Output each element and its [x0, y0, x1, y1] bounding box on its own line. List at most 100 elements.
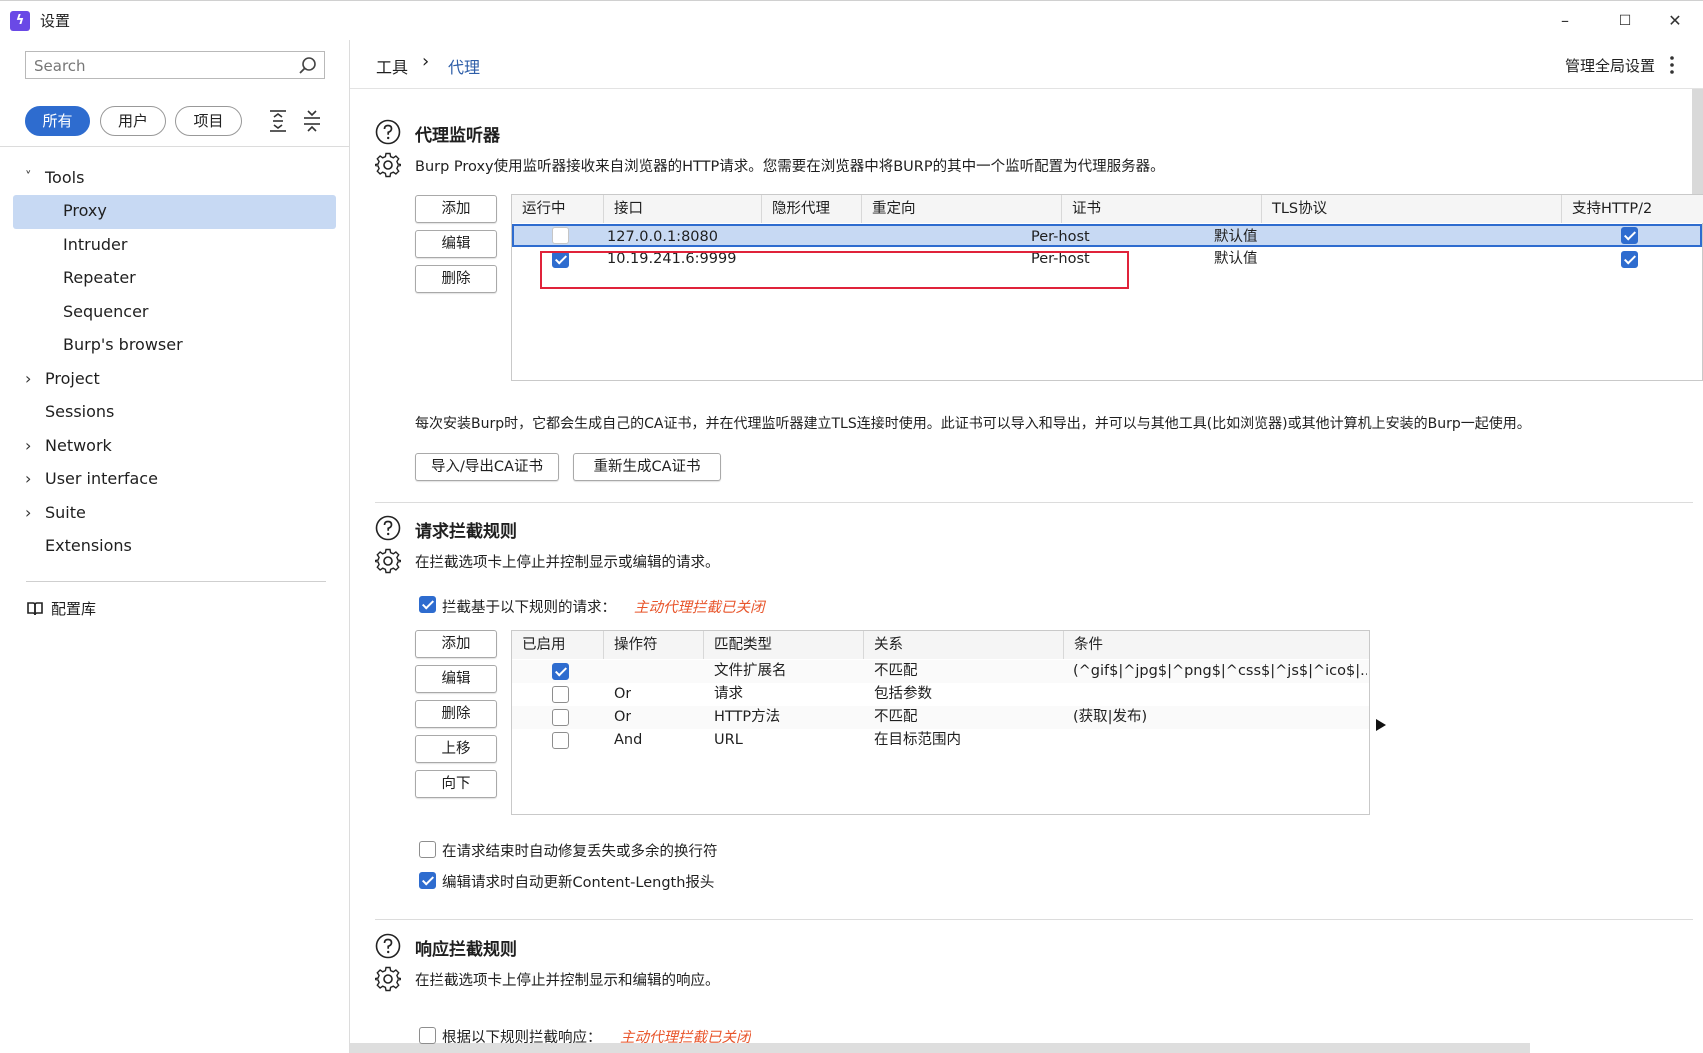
burp-app-icon: ϟ	[10, 11, 30, 31]
nav-label: Intruder	[63, 235, 128, 254]
config-library-link[interactable]: 配置库	[13, 593, 336, 627]
section-divider	[375, 919, 1693, 920]
settings-sidebar: 所有 用户 项目 ˅ Tools Proxy Intruder Repeater…	[0, 40, 350, 1053]
edit-listener-button[interactable]: 编辑	[415, 230, 497, 258]
filter-project-pill[interactable]: 项目	[175, 106, 242, 136]
rule-row[interactable]: Or 请求 包括参数	[512, 683, 1369, 706]
listener-row[interactable]: 127.0.0.1:8080 Per-host 默认值	[512, 224, 1702, 247]
update-content-length-checkbox[interactable]	[419, 872, 436, 889]
col-interface[interactable]: 接口	[604, 195, 762, 223]
nav-label: Repeater	[63, 268, 136, 287]
remove-rule-button[interactable]: 删除	[415, 700, 497, 728]
rule-enabled-checkbox[interactable]	[552, 732, 569, 749]
response-rules-title: 响应拦截规则	[415, 940, 517, 960]
col-redirect[interactable]: 重定向	[862, 195, 1062, 223]
col-enabled[interactable]: 已启用	[512, 631, 604, 659]
import-export-ca-button[interactable]: 导入/导出CA证书	[415, 453, 559, 481]
remove-listener-button[interactable]: 删除	[415, 265, 497, 293]
more-options-icon[interactable]	[1668, 55, 1676, 75]
sidebar-divider	[0, 146, 350, 147]
breadcrumb-proxy: 代理	[448, 58, 481, 77]
gear-icon[interactable]	[375, 966, 401, 992]
nav-burps-browser[interactable]: Burp's browser	[13, 329, 336, 363]
search-input[interactable]	[34, 56, 284, 76]
maximize-button[interactable]: ☐	[1605, 7, 1645, 35]
nav-user-interface[interactable]: › User interface	[13, 463, 336, 497]
config-library-label: 配置库	[51, 600, 97, 618]
rule-relationship: 不匹配	[874, 663, 918, 679]
add-listener-button[interactable]: 添加	[415, 195, 497, 223]
intercept-off-warning: 主动代理拦截已关闭	[634, 600, 765, 616]
manage-global-settings-link[interactable]: 管理全局设置	[1565, 55, 1655, 76]
rule-row[interactable]: And URL 在目标范围内	[512, 729, 1369, 752]
settings-main: 工具 › 代理 管理全局设置 代理监听器 Burp Proxy使用监听器接收来自…	[350, 40, 1703, 1053]
request-rules-title: 请求拦截规则	[415, 522, 517, 542]
col-match-type[interactable]: 匹配类型	[704, 631, 864, 659]
rule-operator: Or	[614, 686, 632, 702]
rule-enabled-checkbox[interactable]	[552, 709, 569, 726]
col-relationship[interactable]: 关系	[864, 631, 1064, 659]
rule-match-type: 文件扩展名	[714, 663, 787, 679]
http2-checkbox[interactable]	[1621, 227, 1638, 244]
nav-proxy[interactable]: Proxy	[13, 195, 336, 229]
rule-operator: Or	[614, 709, 632, 725]
rule-row[interactable]: 文件扩展名 不匹配 (^gif$|^jpg$|^png$|^css$|^js$|…	[512, 660, 1369, 683]
edit-rule-button[interactable]: 编辑	[415, 665, 497, 693]
update-content-length-label: 编辑请求时自动更新Content-Length报头	[442, 875, 715, 891]
gear-icon[interactable]	[375, 548, 401, 574]
rule-match-type: URL	[714, 732, 743, 748]
nav-suite[interactable]: › Suite	[13, 497, 336, 531]
rule-row[interactable]: Or HTTP方法 不匹配 (获取|发布)	[512, 706, 1369, 729]
nav-tools[interactable]: ˅ Tools	[13, 162, 336, 196]
chevron-right-icon: ›	[25, 369, 32, 388]
rule-operator: And	[614, 732, 643, 748]
expand-arrow-icon[interactable]	[1375, 718, 1387, 732]
col-invisible[interactable]: 隐形代理	[762, 195, 862, 223]
close-button[interactable]: ✕	[1655, 7, 1695, 35]
search-box	[25, 51, 325, 79]
nav-extensions[interactable]: Extensions	[13, 530, 336, 564]
nav-network[interactable]: › Network	[13, 430, 336, 464]
cert-cell: Per-host	[1031, 229, 1090, 245]
help-icon[interactable]	[375, 119, 401, 145]
fix-newlines-checkbox[interactable]	[419, 841, 436, 858]
horizontal-scrollbar-thumb[interactable]	[350, 1043, 1530, 1053]
minimize-button[interactable]: –	[1545, 7, 1585, 35]
nav-repeater[interactable]: Repeater	[13, 262, 336, 296]
intercept-requests-label: 拦截基于以下规则的请求：	[442, 600, 616, 616]
filter-user-pill[interactable]: 用户	[100, 106, 166, 136]
help-icon[interactable]	[375, 933, 401, 959]
move-up-button[interactable]: 上移	[415, 735, 497, 763]
http2-checkbox[interactable]	[1621, 251, 1638, 268]
nav-sessions[interactable]: Sessions	[13, 396, 336, 430]
rule-enabled-checkbox[interactable]	[552, 663, 569, 680]
listeners-description: Burp Proxy使用监听器接收来自浏览器的HTTP请求。您需要在浏览器中将B…	[415, 159, 1165, 175]
nav-project[interactable]: › Project	[13, 363, 336, 397]
col-tls[interactable]: TLS协议	[1262, 195, 1562, 223]
ca-description: 每次安装Burp时，它都会生成自己的CA证书，并在代理监听器建立TLS连接时使用…	[415, 416, 1531, 432]
move-down-button[interactable]: 向下	[415, 770, 497, 798]
col-certificate[interactable]: 证书	[1062, 195, 1262, 223]
running-checkbox[interactable]	[552, 227, 569, 244]
col-running[interactable]: 运行中	[512, 195, 604, 223]
nav-intruder[interactable]: Intruder	[13, 229, 336, 263]
intercept-requests-checkbox[interactable]	[419, 596, 436, 613]
listeners-title: 代理监听器	[415, 126, 500, 146]
intercept-responses-checkbox[interactable]	[419, 1027, 436, 1044]
col-http2[interactable]: 支持HTTP/2	[1562, 195, 1703, 223]
col-operator[interactable]: 操作符	[604, 631, 704, 659]
expand-all-icon[interactable]	[266, 108, 290, 134]
col-condition[interactable]: 条件	[1064, 631, 1369, 659]
nav-sequencer[interactable]: Sequencer	[13, 296, 336, 330]
breadcrumb-tools[interactable]: 工具	[376, 54, 408, 78]
nav-label: User interface	[45, 469, 158, 488]
regenerate-ca-button[interactable]: 重新生成CA证书	[573, 453, 721, 481]
nav-label: Network	[45, 436, 112, 455]
search-icon[interactable]	[298, 56, 318, 76]
collapse-all-icon[interactable]	[300, 108, 324, 134]
filter-all-pill[interactable]: 所有	[25, 106, 90, 136]
gear-icon[interactable]	[375, 152, 401, 178]
add-rule-button[interactable]: 添加	[415, 630, 497, 658]
rule-enabled-checkbox[interactable]	[552, 686, 569, 703]
help-icon[interactable]	[375, 515, 401, 541]
